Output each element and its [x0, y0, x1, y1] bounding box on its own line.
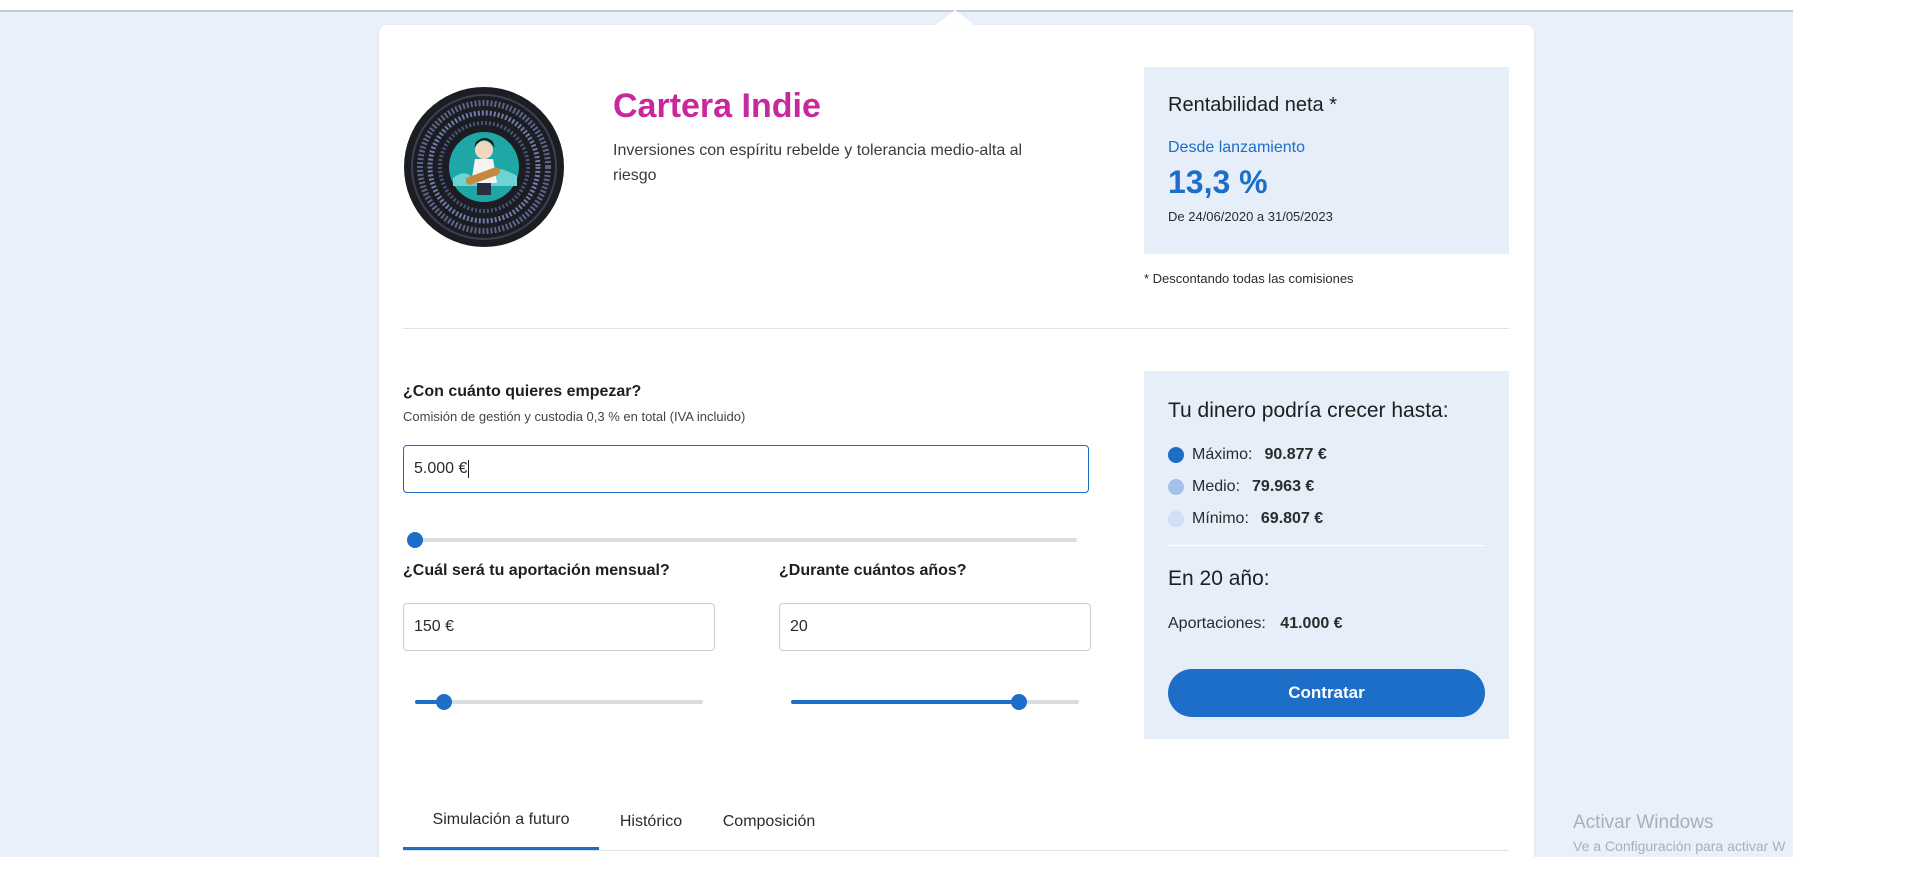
simulation-separator [1168, 545, 1485, 546]
contributions-label: Aportaciones: [1168, 615, 1266, 632]
slider-fill [791, 700, 1019, 704]
returns-subtitle: Desde lanzamiento [1168, 139, 1305, 156]
tab-historico[interactable]: Histórico [599, 793, 703, 850]
max-dot-icon [1168, 447, 1184, 463]
years-summary-title: En 20 año: [1168, 567, 1270, 590]
min-value: 69.807 € [1260, 510, 1324, 527]
contributions-value: 41.000 € [1280, 615, 1343, 632]
mid-label: Medio: [1192, 478, 1241, 495]
mid-dot-icon [1168, 479, 1184, 495]
monthly-contribution-question: ¿Cuál será tu aportación mensual? [403, 562, 670, 579]
max-scenario-row: Máximo: 90.877 € [1168, 446, 1327, 464]
section-divider [403, 328, 1509, 329]
returns-value: 13,3 % [1168, 164, 1268, 200]
tab-simulacion[interactable]: Simulación a futuro [403, 793, 599, 850]
mid-scenario-row: Medio: 79.963 € [1168, 478, 1314, 496]
portfolio-title: Cartera Indie [613, 87, 821, 125]
portfolio-card: Cartera Indie Inversiones con espíritu r… [379, 25, 1534, 857]
slider-thumb[interactable] [407, 532, 423, 548]
years-slider[interactable] [791, 694, 1079, 710]
tab-composicion[interactable]: Composición [703, 793, 835, 850]
monthly-contribution-input[interactable]: 150 € [403, 603, 715, 651]
watermark-subtitle: Ve a Configuración para activar W [1573, 838, 1786, 854]
returns-footnote: * Descontando todas las comisiones [1144, 271, 1354, 286]
slider-thumb[interactable] [1010, 694, 1027, 710]
page-viewport: Cartera Indie Inversiones con espíritu r… [0, 0, 1793, 857]
monthly-contribution-slider[interactable] [415, 694, 703, 710]
years-question: ¿Durante cuántos años? [779, 562, 967, 579]
max-label: Máximo: [1192, 446, 1253, 463]
watermark-title: Activar Windows [1573, 812, 1714, 833]
initial-amount-question: ¿Con cuánto quieres empezar? [403, 383, 642, 400]
monthly-contribution-value: 150 € [414, 618, 455, 635]
slider-thumb[interactable] [435, 694, 452, 710]
slider-track [415, 700, 703, 704]
max-value: 90.877 € [1264, 446, 1327, 463]
initial-amount-value: 5.000 € [414, 460, 468, 477]
portfolio-description: Inversiones con espíritu rebelde y toler… [613, 142, 1023, 184]
min-scenario-row: Mínimo: 69.807 € [1168, 510, 1323, 528]
years-input[interactable]: 20 [779, 603, 1091, 651]
initial-amount-slider[interactable] [407, 532, 1077, 548]
initial-amount-hint: Comisión de gestión y custodia 0,3 % en … [403, 409, 746, 424]
contratar-button[interactable]: Contratar [1168, 669, 1485, 717]
slider-track [415, 538, 1077, 542]
initial-amount-input[interactable]: 5.000 € [403, 445, 1089, 493]
simulation-title: Tu dinero podría crecer hasta: [1168, 399, 1449, 422]
tab-bar: Simulación a futuro Histórico Composició… [403, 793, 1509, 851]
years-value: 20 [790, 618, 808, 635]
windows-activation-watermark: Activar Windows Ve a Configuración para … [1573, 812, 1785, 854]
vinyl-record-guitarist-icon [404, 87, 564, 247]
returns-title: Rentabilidad neta * [1168, 94, 1338, 116]
returns-panel: Rentabilidad neta * Desde lanzamiento 13… [1144, 67, 1509, 254]
mid-value: 79.963 € [1252, 478, 1315, 495]
returns-date-range: De 24/06/2020 a 31/05/2023 [1168, 209, 1333, 224]
text-caret [468, 460, 470, 478]
simulation-panel: Tu dinero podría crecer hasta: Máximo: 9… [1144, 371, 1509, 739]
min-dot-icon [1168, 511, 1184, 527]
top-bar [0, 0, 1793, 12]
min-label: Mínimo: [1192, 510, 1249, 527]
contributions-row: Aportaciones: 41.000 € [1168, 615, 1343, 633]
